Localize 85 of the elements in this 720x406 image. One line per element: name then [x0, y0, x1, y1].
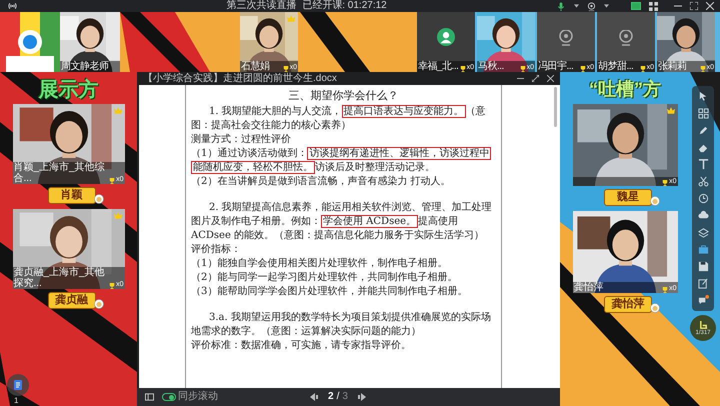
caret-icon[interactable]: [604, 4, 609, 8]
camera-icon[interactable]: [587, 2, 596, 10]
webcam-icon: [559, 30, 573, 46]
scissors-icon[interactable]: [698, 176, 708, 187]
document-title: 【小学综合实践】走进团圆的前世今生.docx: [143, 74, 337, 84]
trophy-icon: [700, 66, 706, 72]
participant-name: 石慧娟: [241, 61, 270, 72]
clock-icon[interactable]: [698, 193, 708, 204]
close-icon[interactable]: [706, 2, 714, 10]
trophy-icon: [580, 66, 586, 72]
pen-icon[interactable]: [698, 125, 708, 136]
expand-icon[interactable]: [690, 2, 698, 10]
broadcast-icon[interactable]: [8, 2, 17, 10]
caret-icon[interactable]: [574, 4, 579, 8]
seat-icon: [698, 320, 708, 330]
cursor-icon[interactable]: [698, 91, 708, 102]
microphone-icon[interactable]: [556, 2, 566, 10]
paragraph: 1. 我期望能大胆的与人交流， 提高口语表达与应变能力。 （意图：提高社会交往能力的核心素养）: [191, 105, 487, 133]
minimize-icon[interactable]: [517, 75, 524, 82]
trophy-icon: [282, 66, 289, 72]
participant-name: 马秋...: [478, 61, 505, 72]
current-page: 2: [328, 392, 334, 402]
team-heading: “吐槽”方: [589, 80, 661, 98]
grid-icon[interactable]: [698, 108, 708, 119]
paragraph: （1）通过访谈活动做到： 访谈提纲有递进性、逻辑性，访谈过程中能随机应变，轻松不胆怯。 访谈后及时整理活动记录。: [191, 147, 492, 175]
elapsed-time: 已经开课: 01:27:12: [302, 1, 387, 11]
close-icon[interactable]: [547, 75, 554, 82]
logo-drawing: [0, 12, 60, 72]
paragraph: （2）在当讲解员是做到语言流畅，声音有感染力 打动人。: [191, 175, 452, 189]
name-plate: 龚贞融: [48, 292, 96, 309]
page-separator: /: [336, 392, 340, 402]
trophy-icon: [109, 283, 116, 289]
emoji-sticker-icon: [650, 303, 660, 313]
total-pages: 3: [342, 392, 348, 402]
name-plate: 肖颖: [48, 187, 96, 204]
webcam-icon: [619, 30, 633, 46]
briefcase-icon[interactable]: [698, 244, 708, 255]
screen-share-icon[interactable]: [631, 2, 641, 10]
text-tool-icon[interactable]: [698, 159, 708, 170]
name-plate: 龚怡萍: [604, 296, 652, 313]
sync-label: 同步滚动: [178, 392, 218, 402]
trophy-icon: [520, 66, 526, 72]
stack-icon[interactable]: [698, 227, 708, 238]
paragraph: （3）能帮助同学学会图片处理软件，并能共同制作电子相册。: [191, 285, 468, 299]
count-label: 1: [14, 397, 18, 405]
trophy-icon: [460, 66, 466, 72]
trophy-icon: [109, 178, 116, 184]
participant-name: 胡梦甜...: [598, 61, 634, 72]
participant-name: 张莉莉: [658, 61, 688, 72]
grid-icon[interactable]: [649, 2, 658, 10]
next-page-icon[interactable]: [358, 393, 366, 401]
sidebar-icon[interactable]: [145, 393, 154, 401]
paragraph: 2. 我期望提高信息素养，能运用相关软件浏览、管理、加工处理图片及制作电子相册。例如： 学会使用 ACDsee。 提高使用 ACDsee 的能效。（意图：提高信息化能力服务于实际生活学习）: [191, 201, 493, 243]
chat-icon[interactable]: [698, 295, 708, 306]
participant-name: 龚贞融_上海市_其他探究...: [14, 267, 106, 289]
window-title: 第三次共读直播: [226, 1, 296, 11]
participant-name: 幸福_北...: [418, 61, 459, 72]
save-icon[interactable]: [698, 261, 708, 272]
name-plate: 魏星: [604, 189, 652, 206]
participant-name: 肖颖_上海市_其他综合...: [14, 162, 106, 184]
paragraph: 评价指标：: [191, 243, 242, 257]
avatar-icon: [437, 28, 455, 46]
document-icon: [14, 380, 22, 390]
participant-name: 冯田宇...: [538, 61, 574, 72]
participant-name: 龚怡萍: [574, 282, 604, 293]
emoji-sticker-icon: [94, 194, 104, 204]
emoji-sticker-icon: [94, 299, 104, 309]
paragraph: 3.a. 我期望运用我的数学特长为项目策划提供准确展览的实际场地需求的数字。（意图：运算解决实际问题的能力）: [191, 311, 492, 339]
trophy-icon: [662, 287, 668, 293]
previous-page-icon[interactable]: [310, 393, 318, 401]
scrollbar[interactable]: [554, 87, 557, 127]
paragraph: 测量方式：过程性评价: [191, 133, 292, 147]
cloud-icon[interactable]: [698, 210, 708, 221]
edit-icon[interactable]: [698, 278, 708, 289]
toggle-switch[interactable]: [162, 393, 176, 401]
section-heading: 三、期望你学会什么？: [288, 89, 400, 103]
paragraph: 评价标准：数据准确，可实施，请专家指导评价。: [191, 339, 412, 353]
paragraph: （1）能独自学会使用相关图片处理软件，制作电子相册。: [191, 257, 448, 271]
eraser-icon[interactable]: [698, 142, 708, 153]
emoji-sticker-icon: [650, 196, 660, 206]
paragraph: （2）能与同学一起学习图片处理软件，共同制作电子相册。: [191, 271, 458, 285]
expand-icon[interactable]: [532, 75, 539, 82]
trophy-icon: [662, 180, 668, 186]
team-heading: 展示方: [38, 80, 98, 100]
trophy-icon: [640, 66, 646, 72]
